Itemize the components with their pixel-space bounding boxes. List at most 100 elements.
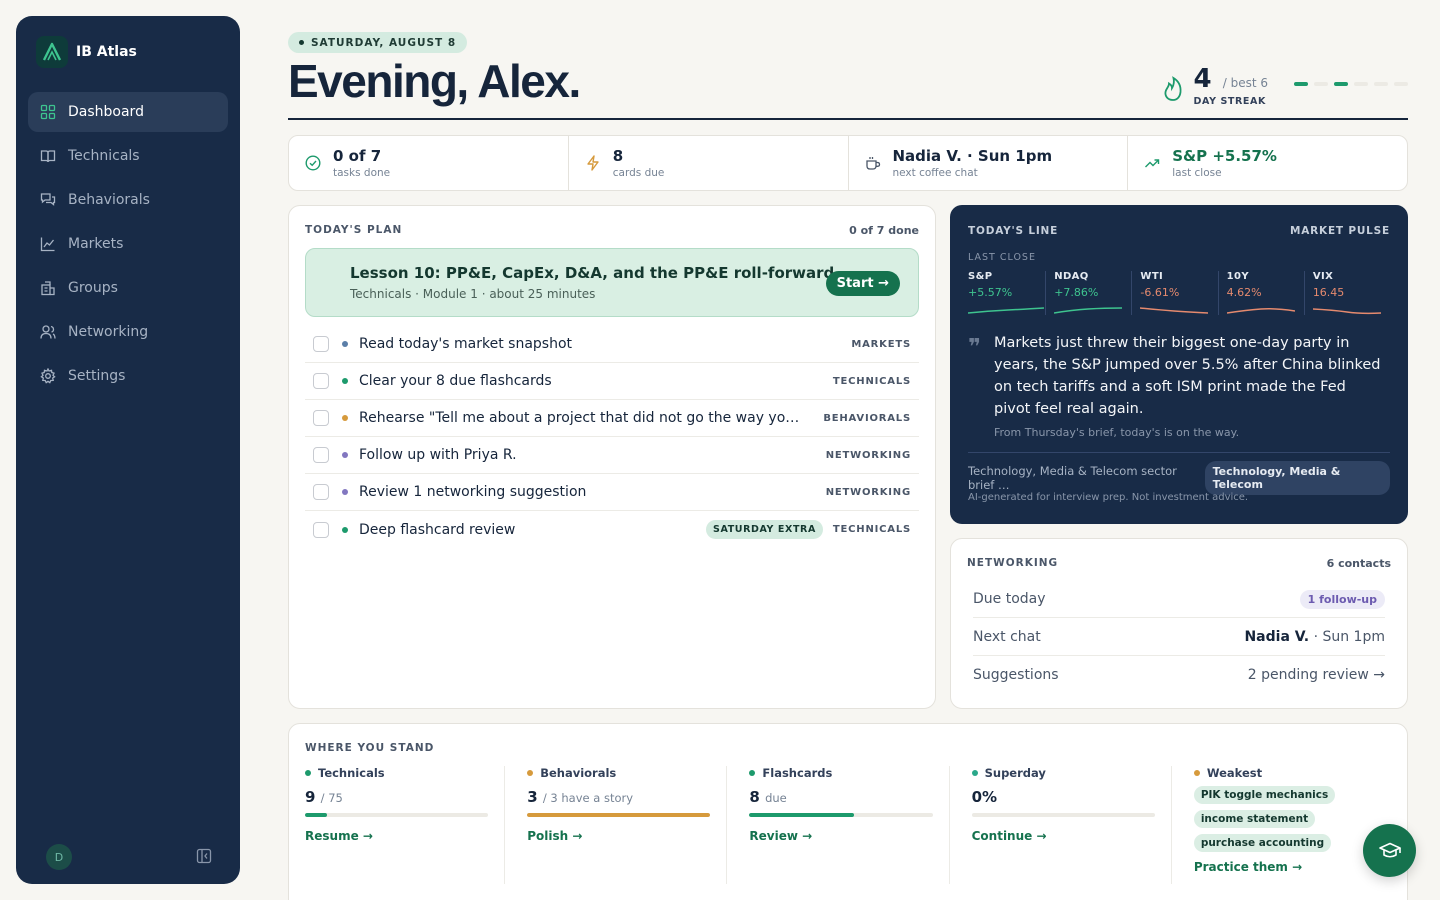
lesson-banner[interactable]: Lesson 10: PP&E, CapEx, D&A, and the PP&…	[305, 248, 919, 317]
ticker-vix[interactable]: VIX 16.45	[1303, 271, 1390, 315]
task-checkbox[interactable]	[313, 373, 329, 389]
contacts-count[interactable]: 6 contacts	[1327, 557, 1391, 570]
follow-up-badge[interactable]: 1 follow-up	[1299, 589, 1385, 609]
quote-footnote: From Thursday's brief, today's is on the…	[994, 426, 1240, 439]
suggestions-value[interactable]: 2 pending review →	[1248, 667, 1385, 683]
task-checkbox[interactable]	[313, 410, 329, 426]
status-dot	[527, 770, 534, 776]
stat-tasks[interactable]: 0 of 7 tasks done	[289, 136, 569, 190]
task-text[interactable]: Deep flashcard review	[359, 522, 515, 538]
continue-link[interactable]: Continue →	[972, 829, 1155, 843]
ticker-10y[interactable]: 10Y 4.62%	[1217, 271, 1304, 315]
sidebar-item-technicals[interactable]: Technicals	[28, 136, 228, 176]
task-text[interactable]: Clear your 8 due flashcards	[359, 373, 552, 389]
task-tag: BEHAVIORALS	[823, 412, 911, 424]
ticker-sp[interactable]: S&P +5.57%	[968, 271, 1045, 315]
ticker-value: +7.86%	[1054, 286, 1099, 299]
task-row[interactable]: Read today's market snapshot MARKETS	[305, 326, 919, 363]
review-link[interactable]: Review →	[749, 829, 932, 843]
task-list: Read today's market snapshot MARKETS Cle…	[305, 326, 919, 548]
stand-technicals: Technicals 9 / 75 Resume →	[305, 766, 506, 884]
sector-pill[interactable]: Technology, Media & Telecom	[1204, 461, 1390, 495]
task-tag: TECHNICALS	[832, 524, 911, 535]
sidebar-item-networking[interactable]: Networking	[28, 312, 228, 352]
status-dot	[305, 770, 311, 776]
sidebar-item-label: Groups	[68, 280, 118, 296]
ticker-sparkline	[1054, 307, 1123, 314]
line-divider	[968, 452, 1390, 453]
task-row[interactable]: Review 1 networking suggestion NETWORKIN…	[305, 474, 919, 511]
avatar[interactable]: D	[46, 844, 72, 870]
brief-row: Technology, Media & Telecom sector brief…	[968, 461, 1390, 495]
market-pulse-link[interactable]: MARKET PULSE	[1290, 225, 1390, 237]
stat-sub: next coffee chat	[892, 167, 978, 179]
task-text[interactable]: Review 1 networking suggestion	[359, 484, 586, 500]
task-text[interactable]: Rehearse "Tell me about a project that d…	[359, 410, 807, 426]
tutor-fab-button[interactable]	[1363, 824, 1416, 877]
col-value: 3	[527, 788, 538, 806]
logo-icon	[36, 36, 68, 68]
task-text[interactable]: Read today's market snapshot	[359, 336, 572, 352]
col-title: Weakest	[1206, 766, 1263, 780]
sidebar-item-groups[interactable]: Groups	[28, 268, 228, 308]
ticker-wti[interactable]: WTI -6.61%	[1131, 271, 1217, 315]
streak-bar	[1374, 82, 1388, 86]
task-dot	[342, 489, 348, 495]
ticker-sparkline	[968, 307, 1044, 314]
resume-link[interactable]: Resume →	[305, 829, 488, 843]
sidebar-item-markets[interactable]: Markets	[28, 224, 228, 264]
polish-link[interactable]: Polish →	[527, 829, 710, 843]
progress-bar	[749, 813, 933, 817]
date-text: SATURDAY, AUGUST 8	[311, 36, 457, 49]
task-dot	[342, 452, 348, 458]
start-lesson-button[interactable]: Start →	[825, 271, 900, 296]
task-text[interactable]: Follow up with Priya R.	[359, 447, 517, 463]
stat-cards[interactable]: 8 cards due	[569, 136, 849, 190]
practice-link[interactable]: Practice them →	[1194, 860, 1377, 874]
stat-main: 0 of 7	[333, 147, 382, 165]
status-dot	[1193, 770, 1200, 776]
task-tag: TECHNICALS	[832, 375, 911, 387]
ticker-ndaq[interactable]: NDAQ +7.86%	[1045, 271, 1131, 315]
brand[interactable]: IB Atlas	[36, 36, 137, 68]
streak-widget: 4 / best 6 DAY STREAK	[1162, 66, 1408, 107]
coffee-icon	[865, 157, 880, 170]
streak-count: 4	[1193, 64, 1212, 94]
weak-topic-tag[interactable]: income statement	[1193, 810, 1316, 828]
ticker-value: +5.57%	[968, 286, 1013, 299]
sidebar-collapse-icon[interactable]	[196, 848, 212, 864]
sidebar-item-dashboard[interactable]: Dashboard	[28, 92, 228, 132]
weak-topic-tag[interactable]: purchase accounting	[1193, 834, 1332, 852]
ticker-value: -6.61%	[1140, 286, 1180, 299]
task-dot	[342, 526, 348, 533]
weak-topic-tag[interactable]: PIK toggle mechanics	[1193, 786, 1336, 804]
task-row[interactable]: Follow up with Priya R. NETWORKING	[305, 437, 919, 474]
stand-weakest: Weakest PIK toggle mechanics income stat…	[1193, 766, 1393, 884]
task-row[interactable]: Rehearse "Tell me about a project that d…	[305, 400, 919, 437]
task-checkbox[interactable]	[313, 336, 329, 352]
net-row-suggestions[interactable]: Suggestions 2 pending review →	[973, 656, 1385, 693]
building-icon	[41, 281, 55, 296]
task-row[interactable]: Clear your 8 due flashcards TECHNICALS	[305, 363, 919, 400]
task-row[interactable]: Deep flashcard review SATURDAY EXTRA TEC…	[305, 511, 919, 548]
net-row-due[interactable]: Due today 1 follow-up	[973, 581, 1385, 618]
progress-fill	[305, 813, 327, 817]
net-row-next[interactable]: Next chat Nadia V. · Sun 1pm	[973, 619, 1385, 656]
brief-text[interactable]: Technology, Media & Telecom sector brief…	[968, 464, 1205, 492]
task-checkbox[interactable]	[313, 521, 329, 538]
progress-fill	[527, 813, 711, 817]
task-tag: NETWORKING	[825, 486, 911, 498]
ticker-name: NDAQ	[1054, 271, 1089, 282]
sidebar-item-behaviorals[interactable]: Behaviorals	[28, 180, 228, 220]
task-checkbox[interactable]	[313, 447, 329, 463]
todays-plan-card: TODAY'S PLAN 0 of 7 done Lesson 10: PP&E…	[288, 205, 936, 709]
stat-sub: last close	[1172, 167, 1222, 179]
col-suffix: / 75	[320, 791, 343, 805]
stat-coffee[interactable]: Nadia V. · Sun 1pm next coffee chat	[849, 136, 1129, 190]
task-checkbox[interactable]	[313, 484, 329, 500]
stat-main: 8	[612, 147, 624, 165]
stat-sp[interactable]: S&P +5.57% last close	[1128, 136, 1407, 190]
lesson-title: Lesson 10: PP&E, CapEx, D&A, and the PP&…	[350, 264, 835, 282]
streak-bar	[1314, 82, 1328, 86]
sidebar-item-settings[interactable]: Settings	[28, 356, 228, 396]
